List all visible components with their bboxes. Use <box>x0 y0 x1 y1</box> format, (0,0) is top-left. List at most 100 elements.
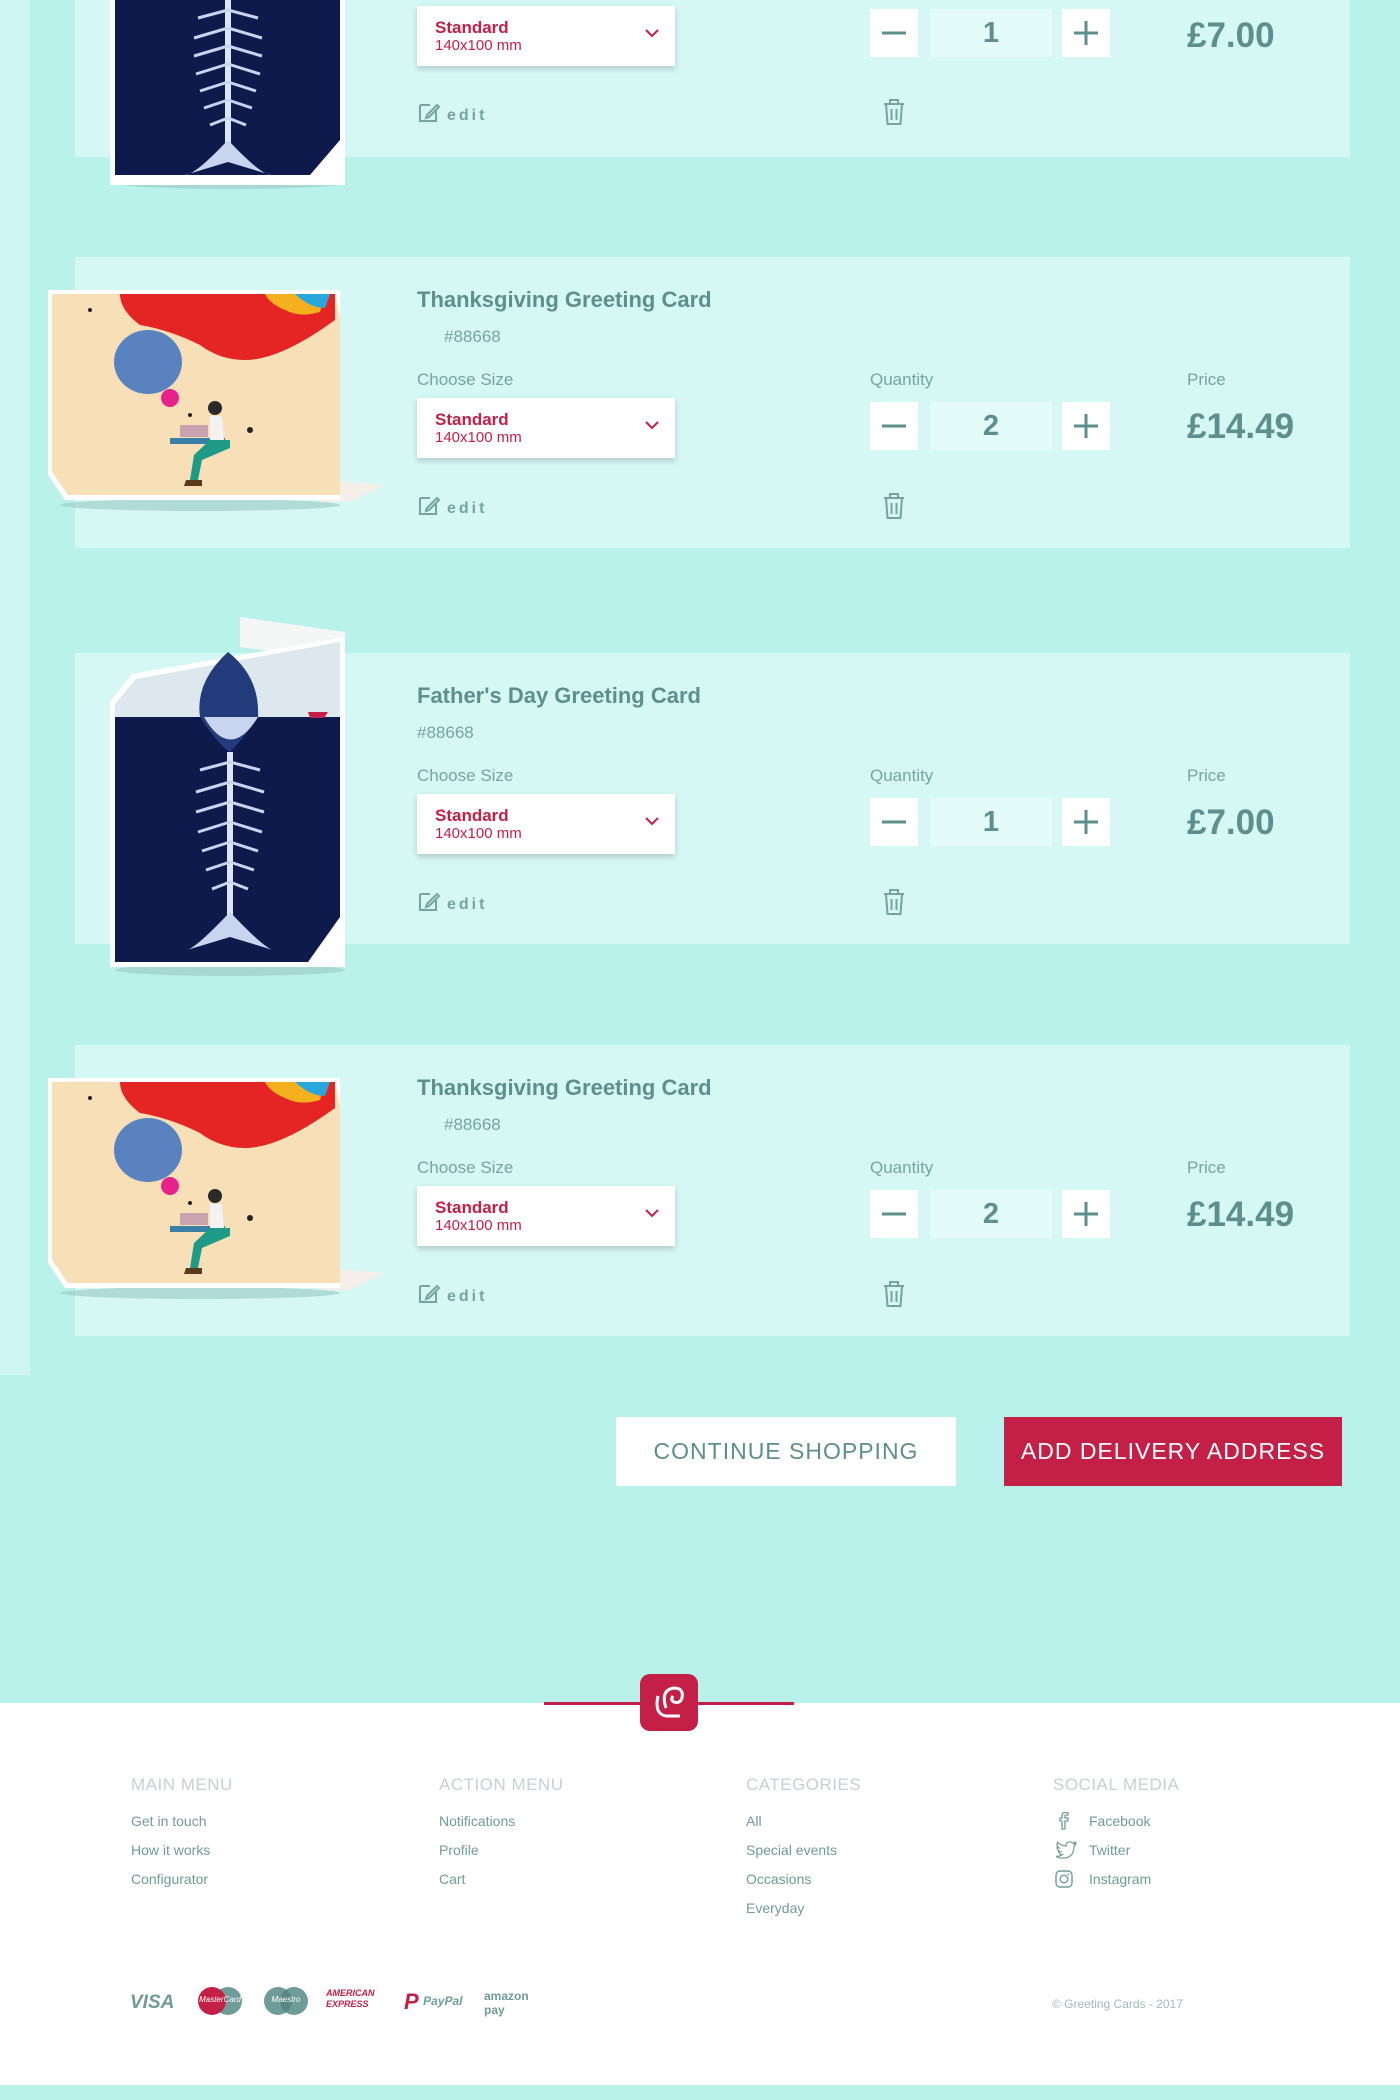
edit-icon <box>419 892 441 911</box>
quantity-increase-button[interactable] <box>1062 798 1110 846</box>
edit-icon <box>419 1284 441 1303</box>
size-dimensions: 140x100 mm <box>435 825 522 842</box>
amazon-pay-icon: amazon pay <box>484 1989 529 2017</box>
edit-label: edit <box>447 1288 488 1305</box>
continue-shopping-button[interactable]: CONTINUE SHOPPING <box>616 1417 956 1486</box>
item-sku: #88668 <box>444 1115 501 1134</box>
footer-link[interactable]: Special events <box>746 1842 861 1871</box>
facebook-icon <box>1059 1812 1069 1830</box>
footer-social-media: SOCIAL MEDIA Facebook Twitter Instagram <box>1053 1775 1179 1900</box>
edit-icon <box>419 496 441 515</box>
quantity-decrease-button[interactable] <box>870 402 918 450</box>
plus-icon <box>1074 1202 1098 1226</box>
brand-logo[interactable] <box>640 1674 698 1731</box>
add-delivery-address-button[interactable]: ADD DELIVERY ADDRESS <box>1004 1417 1342 1486</box>
american-express-icon: AMERICAN EXPRESS <box>326 1988 375 2009</box>
item-price: £14.49 <box>1187 407 1295 446</box>
footer-categories: CATEGORIES All Special events Occasions … <box>746 1775 861 1929</box>
footer-link[interactable]: How it works <box>131 1842 233 1871</box>
quantity-input[interactable]: 2 <box>930 1190 1052 1238</box>
chevron-down-icon <box>645 421 659 430</box>
card-thumbnail[interactable] <box>80 612 380 982</box>
quantity-increase-button[interactable] <box>1062 402 1110 450</box>
minus-icon <box>882 31 906 35</box>
item-title: Thanksgiving Greeting Card <box>417 287 712 312</box>
footer-link[interactable]: All <box>746 1813 861 1842</box>
quantity-input[interactable]: 1 <box>930 798 1052 846</box>
card-thumbnail[interactable] <box>30 1078 390 1308</box>
trash-icon[interactable] <box>880 491 908 521</box>
quantity-decrease-button[interactable] <box>870 1190 918 1238</box>
divider <box>544 1702 640 1705</box>
card-thumbnail[interactable] <box>80 0 380 200</box>
footer-heading: MAIN MENU <box>131 1775 233 1794</box>
instagram-icon <box>1055 1870 1073 1888</box>
size-label: Choose Size <box>417 370 514 389</box>
paypal-icon: P PayPal <box>404 1989 463 2014</box>
divider <box>698 1702 794 1705</box>
quantity-input[interactable]: 1 <box>930 9 1052 57</box>
footer-link[interactable]: Notifications <box>439 1813 564 1842</box>
footer-link[interactable]: Cart <box>439 1871 564 1900</box>
visa-icon: VISA <box>130 1992 175 2013</box>
plus-icon <box>1074 21 1098 45</box>
size-name: Standard <box>435 806 509 825</box>
footer-link[interactable]: Get in touch <box>131 1813 233 1842</box>
twitter-label: Twitter <box>1089 1842 1131 1858</box>
quantity-increase-button[interactable] <box>1062 9 1110 57</box>
plus-icon <box>1074 414 1098 438</box>
size-dimensions: 140x100 mm <box>435 1217 522 1234</box>
quantity-label: Quantity <box>870 370 934 389</box>
footer-link[interactable]: Everyday <box>746 1900 861 1929</box>
minus-icon <box>882 820 906 824</box>
footer-link[interactable]: Configurator <box>131 1871 233 1900</box>
item-sku: #88668 <box>417 723 474 742</box>
minus-icon <box>882 1212 906 1216</box>
chevron-down-icon <box>645 817 659 826</box>
edit-label: edit <box>447 107 488 124</box>
edit-label: edit <box>447 896 488 913</box>
card-thumbnail[interactable] <box>30 290 390 520</box>
quantity-decrease-button[interactable] <box>870 9 918 57</box>
maestro-label: Maestro <box>271 1995 301 2004</box>
quantity-increase-button[interactable] <box>1062 1190 1110 1238</box>
item-price: £7.00 <box>1187 803 1275 842</box>
mastercard-icon: MasterCard <box>196 1986 244 2016</box>
size-dimensions: 140x100 mm <box>435 429 522 446</box>
twitter-link[interactable]: Twitter <box>1053 1841 1179 1871</box>
footer-heading: SOCIAL MEDIA <box>1053 1775 1180 1794</box>
chevron-down-icon <box>645 29 659 38</box>
facebook-link[interactable]: Facebook <box>1053 1812 1179 1842</box>
maestro-icon: Maestro <box>262 1986 310 2016</box>
chevron-down-icon <box>645 1209 659 1218</box>
size-select[interactable]: Standard 140x100 mm <box>417 1186 675 1246</box>
size-dimensions: 140x100 mm <box>435 37 522 54</box>
size-label: Choose Size <box>417 766 514 785</box>
logo-icon <box>655 1686 684 1718</box>
edit-label: edit <box>447 500 488 517</box>
quantity-input[interactable]: 2 <box>930 402 1052 450</box>
size-name: Standard <box>435 18 509 37</box>
size-select[interactable]: Standard 140x100 mm <box>417 398 675 458</box>
footer-link[interactable]: Profile <box>439 1842 564 1871</box>
price-label: Price <box>1187 1158 1226 1177</box>
size-name: Standard <box>435 410 509 429</box>
twitter-icon <box>1055 1841 1077 1859</box>
quantity-decrease-button[interactable] <box>870 798 918 846</box>
side-stripe <box>0 0 30 1375</box>
size-select[interactable]: Standard 140x100 mm <box>417 6 675 66</box>
edit-icon <box>419 103 441 122</box>
trash-icon[interactable] <box>880 887 908 917</box>
instagram-link[interactable]: Instagram <box>1053 1870 1179 1900</box>
bottom-bar <box>0 2085 1400 2100</box>
price-label: Price <box>1187 766 1226 785</box>
minus-icon <box>882 424 906 428</box>
footer-link[interactable]: Occasions <box>746 1871 861 1900</box>
trash-icon[interactable] <box>880 1279 908 1309</box>
trash-icon[interactable] <box>880 97 908 127</box>
footer-heading: ACTION MENU <box>439 1775 564 1794</box>
quantity-label: Quantity <box>870 766 934 785</box>
size-select[interactable]: Standard 140x100 mm <box>417 794 675 854</box>
size-name: Standard <box>435 1198 509 1217</box>
price-label: Price <box>1187 370 1226 389</box>
